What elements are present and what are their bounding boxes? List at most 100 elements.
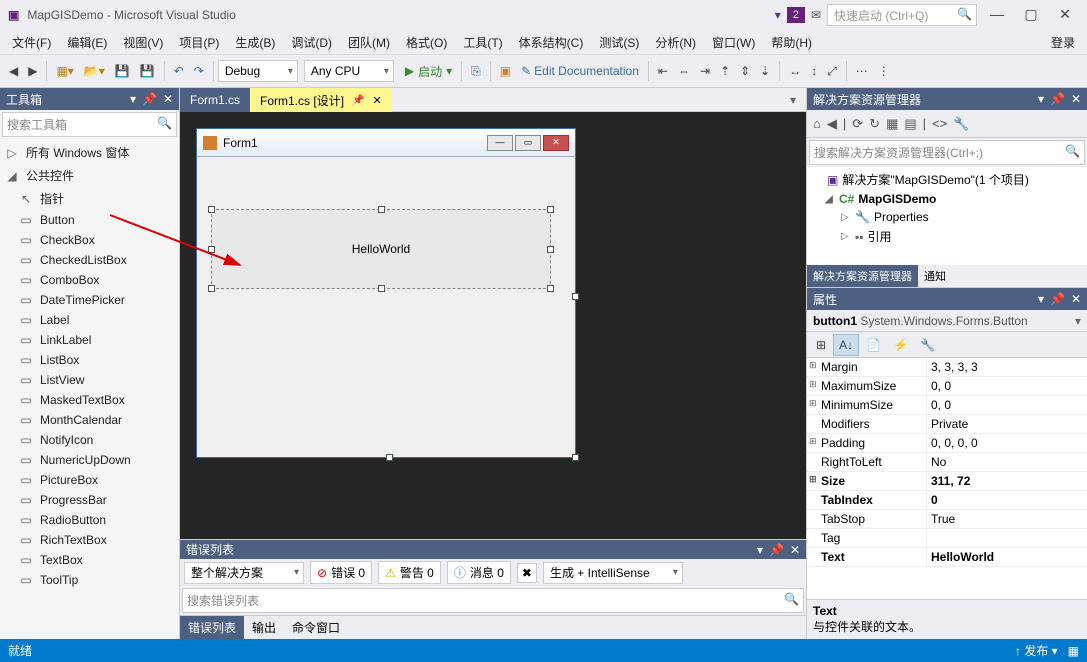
menu-window[interactable]: 窗口(W) (704, 31, 763, 54)
toolbox-item-指针[interactable]: ↖指针 (0, 187, 179, 210)
form-minimize-button[interactable]: — (487, 135, 513, 151)
error-scope-combo[interactable]: 整个解决方案 (184, 562, 304, 584)
menu-file[interactable]: 文件(F) (4, 31, 59, 54)
warnings-filter[interactable]: ⚠警告 0 (378, 561, 441, 584)
menu-help[interactable]: 帮助(H) (763, 31, 820, 54)
nav-fwd-button[interactable]: ▶ (23, 61, 42, 81)
property-row[interactable]: ModifiersPrivate (807, 415, 1087, 434)
minimize-button[interactable]: ― (983, 5, 1011, 25)
property-row[interactable]: ⊞Padding0, 0, 0, 0 (807, 434, 1087, 453)
menu-team[interactable]: 团队(M) (340, 31, 398, 54)
step-button[interactable]: ▣ (495, 61, 516, 81)
project-node[interactable]: ◢C#MapGISDemo (809, 190, 1085, 208)
login-link[interactable]: 登录 (1043, 31, 1083, 54)
toolbox-item-linklabel[interactable]: ▭LinkLabel (0, 330, 179, 350)
sync-icon[interactable]: ⟳ (852, 116, 863, 132)
home-icon[interactable]: ⌂ (813, 116, 821, 131)
close-icon[interactable]: ✕ (790, 543, 800, 557)
menu-project[interactable]: 项目(P) (171, 31, 227, 54)
size-width-icon[interactable]: ↔ (784, 61, 806, 81)
notification-badge[interactable]: 2 (787, 7, 805, 23)
property-row[interactable]: ⊞Size311, 72 (807, 472, 1087, 491)
tab-form1-cs[interactable]: Form1.cs (180, 88, 250, 112)
toolbox-group[interactable]: ◢公共控件 (0, 164, 179, 187)
toolbox-item-notifyicon[interactable]: ▭NotifyIcon (0, 430, 179, 450)
open-file-button[interactable]: 📂▾ (79, 61, 110, 81)
property-row[interactable]: Tag (807, 529, 1087, 548)
toolbox-search-input[interactable]: 搜索工具箱🔍 (2, 112, 177, 137)
property-row[interactable]: ⊞MaximumSize0, 0 (807, 377, 1087, 396)
align-top-icon[interactable]: ⇡ (715, 61, 735, 81)
undo-button[interactable]: ↶ (169, 61, 189, 81)
properties-object-selector[interactable]: button1 System.Windows.Forms.Button ▾ (807, 310, 1087, 332)
form-designer[interactable]: Form1 — ▭ ✕ HelloWorld (180, 112, 806, 539)
alphabetical-icon[interactable]: A↓ (833, 334, 859, 356)
pin-icon[interactable]: 📌 (769, 543, 784, 557)
start-debug-button[interactable]: ▶ 启动 ▾ (400, 60, 457, 83)
tab-overflow-button[interactable]: ▾ (780, 88, 806, 112)
selected-button-control[interactable]: HelloWorld (211, 209, 551, 289)
events-icon[interactable]: ⚡ (888, 335, 913, 355)
toolbox-item-monthcalendar[interactable]: ▭MonthCalendar (0, 410, 179, 430)
save-all-button[interactable]: 💾 (135, 61, 160, 81)
property-row[interactable]: TabIndex0 (807, 491, 1087, 510)
toolbox-item-listbox[interactable]: ▭ListBox (0, 350, 179, 370)
source-control-icon[interactable]: ▦ (1068, 644, 1079, 658)
property-row[interactable]: ⊞Margin3, 3, 3, 3 (807, 358, 1087, 377)
attach-button[interactable]: ⎘ (466, 61, 486, 82)
menu-analyze[interactable]: 分析(N) (647, 31, 704, 54)
pin-icon[interactable]: 📌 (142, 92, 157, 106)
solution-tab[interactable]: 解决方案资源管理器 (807, 265, 918, 287)
toolbox-item-label[interactable]: ▭Label (0, 310, 179, 330)
dropdown-icon[interactable]: ▾ (1038, 292, 1044, 306)
menu-view[interactable]: 视图(V) (115, 31, 171, 54)
wrench-icon[interactable]: 🔧 (953, 116, 969, 132)
redo-button[interactable]: ↷ (189, 61, 209, 81)
error-tab-errorlist[interactable]: 错误列表 (180, 616, 244, 639)
align-right-icon[interactable]: ⇥ (695, 61, 715, 81)
form-maximize-button[interactable]: ▭ (515, 135, 541, 151)
toolbox-item-tooltip[interactable]: ▭ToolTip (0, 570, 179, 590)
config-combo[interactable]: Debug (218, 60, 298, 82)
form-window[interactable]: Form1 — ▭ ✕ HelloWorld (196, 128, 576, 458)
showall-icon[interactable]: ▤ (904, 116, 916, 132)
menu-edit[interactable]: 编辑(E) (59, 31, 115, 54)
align-middle-icon[interactable]: ⇕ (735, 61, 755, 81)
error-tab-cmd[interactable]: 命令窗口 (284, 616, 348, 639)
toolbox-item-maskedtextbox[interactable]: ▭MaskedTextBox (0, 390, 179, 410)
menu-format[interactable]: 格式(O) (398, 31, 455, 54)
property-row[interactable]: ⊞MinimumSize0, 0 (807, 396, 1087, 415)
platform-combo[interactable]: Any CPU (304, 60, 394, 82)
pin-icon[interactable]: 📌 (1050, 92, 1065, 106)
notification-tab[interactable]: 通知 (918, 265, 952, 287)
build-filter-button[interactable]: ✖ (517, 563, 537, 583)
menu-test[interactable]: 测试(S) (591, 31, 647, 54)
toolbox-item-progressbar[interactable]: ▭ProgressBar (0, 490, 179, 510)
build-intellisense-combo[interactable]: 生成 + IntelliSense (543, 562, 683, 584)
maximize-button[interactable]: ▢ (1017, 5, 1045, 25)
property-row[interactable]: TabStopTrue (807, 510, 1087, 529)
toolbox-item-picturebox[interactable]: ▭PictureBox (0, 470, 179, 490)
code-icon[interactable]: <> (932, 116, 947, 131)
menu-build[interactable]: 生成(B) (227, 31, 283, 54)
properties-node[interactable]: ▷🔧Properties (809, 208, 1085, 226)
dropdown-icon[interactable]: ▾ (757, 543, 763, 557)
error-search-input[interactable]: 搜索错误列表🔍 (182, 588, 804, 613)
toolbox-group[interactable]: ▷所有 Windows 窗体 (0, 141, 179, 164)
toolbox-item-richtextbox[interactable]: ▭RichTextBox (0, 530, 179, 550)
close-icon[interactable]: ✕ (1071, 292, 1081, 306)
properties-icon[interactable]: 📄 (861, 335, 886, 355)
nav-back-button[interactable]: ◀ (4, 61, 23, 81)
size-both-icon[interactable]: ⤢ (822, 61, 842, 82)
menu-tools[interactable]: 工具(T) (455, 31, 510, 54)
size-height-icon[interactable]: ↕ (806, 61, 822, 81)
dropdown-icon[interactable]: ▾ (130, 92, 136, 106)
hspacing-icon[interactable]: ⋯ (851, 61, 873, 81)
errors-filter[interactable]: ⊘错误 0 (310, 561, 372, 584)
menu-arch[interactable]: 体系结构(C) (511, 31, 592, 54)
pin-icon[interactable]: 📌 (352, 95, 364, 106)
error-tab-output[interactable]: 输出 (244, 616, 284, 639)
form-close-button[interactable]: ✕ (543, 135, 569, 151)
close-icon[interactable]: ✕ (163, 92, 173, 106)
refresh-icon[interactable]: ↻ (869, 116, 880, 132)
